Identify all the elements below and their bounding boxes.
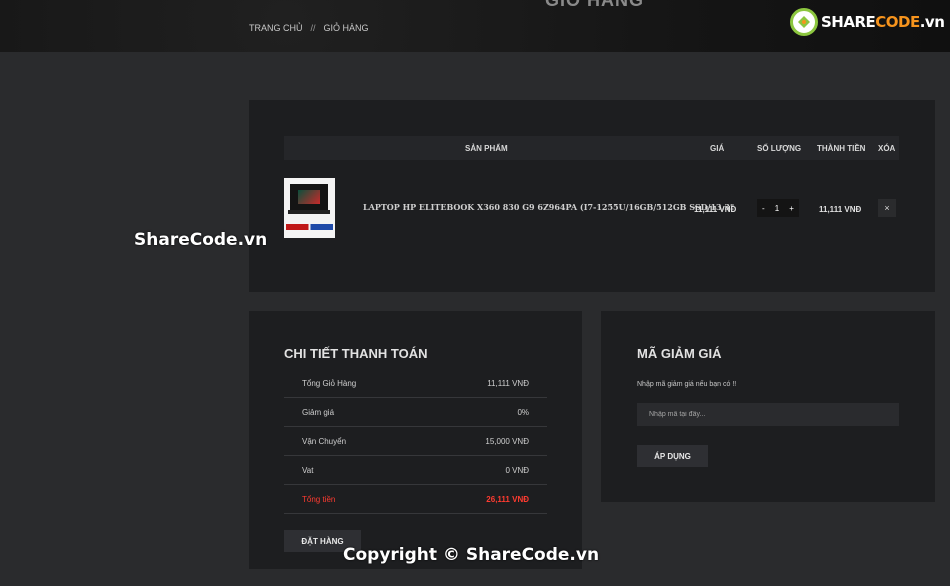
breadcrumb: TRANG CHỦ // GIỎ HÀNG [249, 23, 369, 33]
summary-row-discount: Giảm giá 0% [284, 398, 547, 427]
apply-coupon-button[interactable]: ÁP DỤNG [637, 445, 708, 467]
breadcrumb-home-link[interactable]: TRANG CHỦ [249, 23, 303, 33]
watermark-side: ShareCode.vn [134, 230, 268, 250]
coupon-hint: Nhập mã giảm giá nếu bạn có !! [637, 381, 737, 388]
close-icon: × [884, 203, 890, 213]
summary-row-grand-total: Tổng tiền 26,111 VNĐ [284, 485, 547, 514]
quantity-decrease-button[interactable]: - [762, 204, 765, 213]
quantity-stepper: - 1 + [757, 199, 799, 217]
product-price: 11,111 VNĐ [694, 205, 737, 214]
coupon-title: MÃ GIẢM GIÁ [637, 346, 722, 361]
header-subtotal: THÀNH TIỀN [817, 144, 866, 153]
checkout-title: CHI TIẾT THANH TOÁN [284, 346, 428, 361]
logo-text: SHARECODE.vn [821, 13, 945, 31]
breadcrumb-separator: // [310, 23, 316, 33]
coupon-code-input[interactable] [637, 403, 899, 426]
header-quantity: SỐ LƯỢNG [757, 144, 802, 153]
checkout-summary: Tổng Giỏ Hàng 11,111 VNĐ Giảm giá 0% Vận C… [284, 369, 547, 514]
product-subtotal: 11,111 VNĐ [819, 205, 862, 214]
summary-row-cart-total: Tổng Giỏ Hàng 11,111 VNĐ [284, 369, 547, 398]
cart-table-header: SẢN PHẨM GIÁ SỐ LƯỢNG THÀNH TIỀN XÓA [284, 136, 899, 160]
sharecode-logo: SHARECODE.vn [790, 8, 945, 36]
header-price: GIÁ [710, 144, 725, 153]
watermark-footer: Copyright © ShareCode.vn [343, 545, 600, 565]
summary-row-vat: Vat 0 VNĐ [284, 456, 547, 485]
quantity-increase-button[interactable]: + [789, 204, 794, 213]
coupon-panel: MÃ GIẢM GIÁ Nhập mã giảm giá nếu bạn có … [601, 311, 935, 502]
cart-panel: SẢN PHẨM GIÁ SỐ LƯỢNG THÀNH TIỀN XÓA LAP… [249, 100, 935, 292]
quantity-value[interactable]: 1 [775, 204, 779, 213]
product-thumbnail[interactable] [284, 178, 335, 238]
page-hero: GIỎ HÀNG TRANG CHỦ // GIỎ HÀNG SHARECODE… [0, 0, 950, 52]
product-name[interactable]: LAPTOP HP ELITEBOOK X360 830 G9 6Z964PA … [363, 202, 734, 212]
header-product: SẢN PHẨM [465, 144, 508, 153]
summary-row-shipping: Vận Chuyển 15,000 VNĐ [284, 427, 547, 456]
checkout-panel: CHI TIẾT THANH TOÁN Tổng Giỏ Hàng 11,111 … [249, 311, 582, 569]
breadcrumb-current: GIỎ HÀNG [323, 23, 369, 33]
header-remove: XÓA [878, 144, 896, 153]
page-title: GIỎ HÀNG [545, 0, 645, 10]
logo-mark-icon [790, 8, 818, 36]
remove-item-button[interactable]: × [878, 199, 896, 217]
